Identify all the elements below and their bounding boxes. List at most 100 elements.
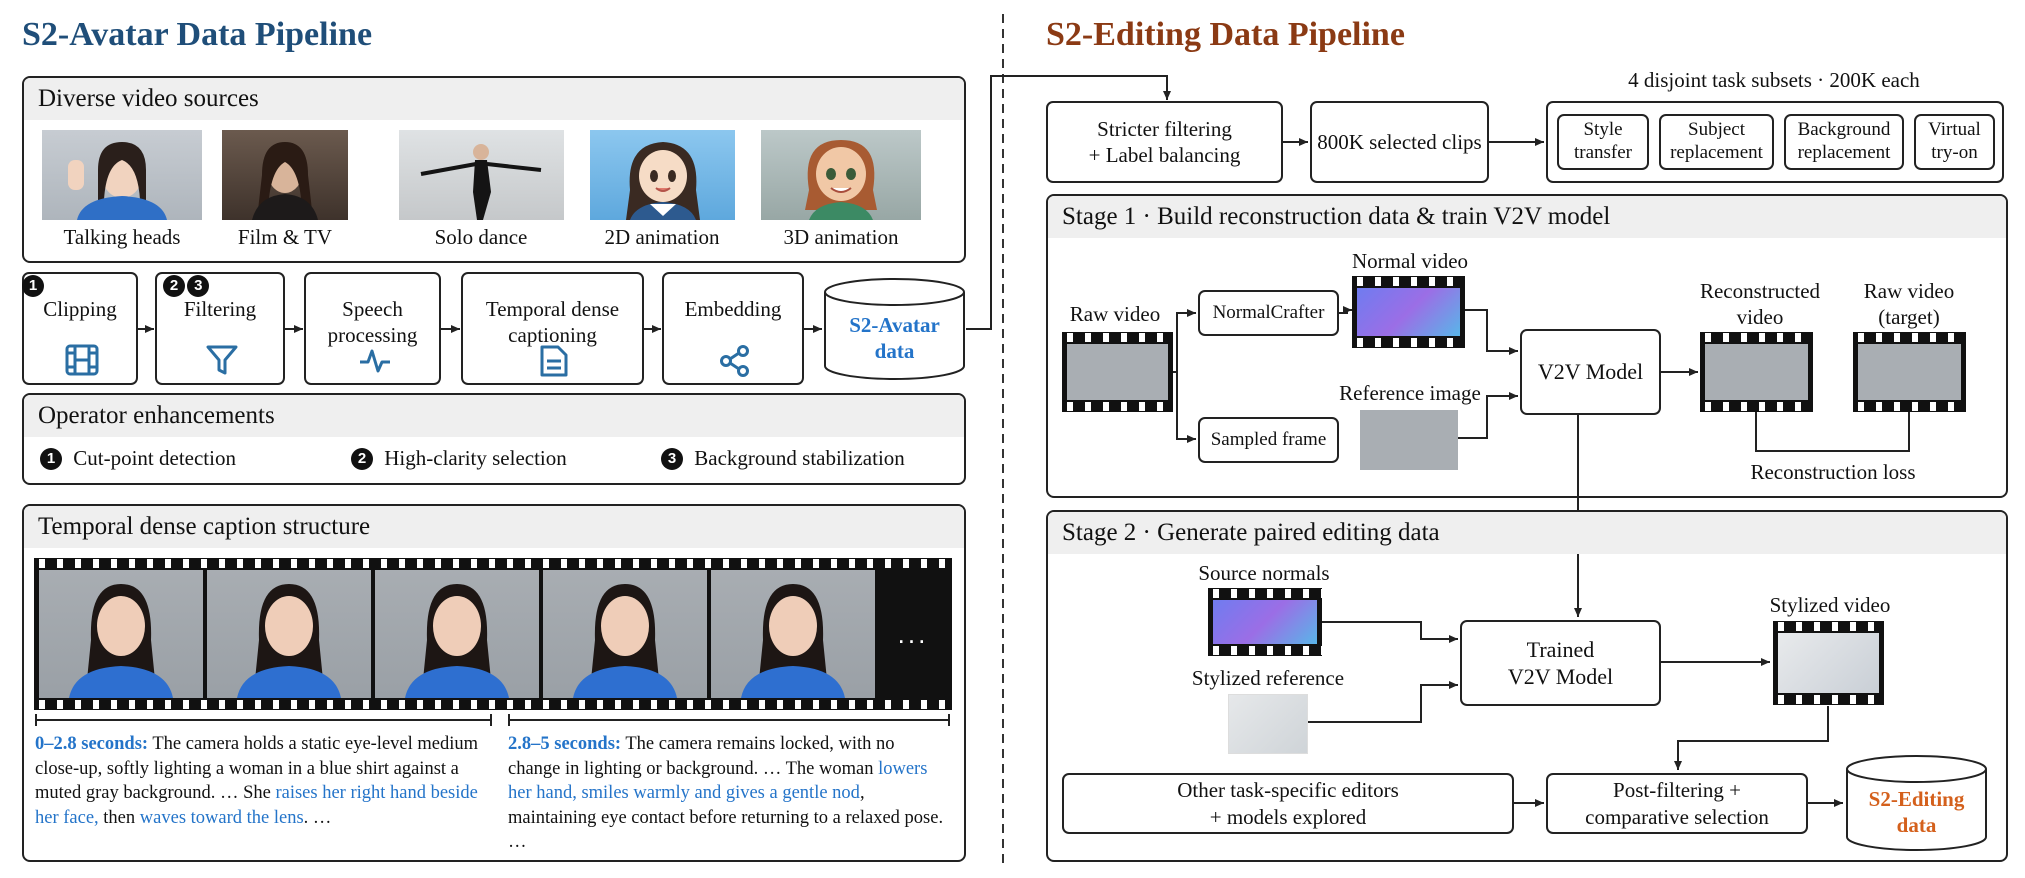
operator-enhancements-panel: Operator enhancements 1 Cut-point detect…	[22, 393, 966, 485]
filmstrip-frame	[543, 570, 707, 698]
share-icon	[720, 345, 749, 377]
filtering-label: Filtering	[183, 297, 257, 321]
step-badge-3: 3	[187, 275, 210, 297]
caption-time-1: 0–2.8 seconds:	[35, 734, 149, 754]
clipping-step: 1 Clipping	[22, 272, 138, 385]
normal-video-frame	[1357, 288, 1460, 336]
task-subsets-label: 4 disjoint task subsets · 200K each	[1628, 68, 1920, 92]
filter-icon	[206, 345, 238, 375]
temporal-dense-captioning-label: Temporal dense captioning	[485, 297, 620, 348]
operator-badge-1: 1	[40, 448, 62, 470]
step-badge-1: 1	[22, 275, 44, 297]
operator-enhancements-header: Operator enhancements	[24, 395, 964, 437]
subset-style-transfer: Style transfer	[1557, 114, 1649, 170]
stylized-reference-thumbnail	[1228, 694, 1308, 754]
speech-processing-step: Speech processing	[304, 272, 441, 385]
caption-text: then	[98, 807, 140, 828]
s2-avatar-data-store: S2-Avatar data	[823, 278, 966, 382]
clipping-label: Clipping	[43, 297, 117, 321]
stylized-video-film	[1773, 621, 1884, 705]
caption-segment-1: 0–2.8 seconds: The camera holds a static…	[35, 732, 485, 830]
caption-filmstrip: ...	[34, 558, 952, 710]
speech-processing-label: Speech processing	[327, 297, 418, 348]
v2v-model-box: V2V Model	[1520, 329, 1661, 415]
left-pipeline-title: S2-Avatar Data Pipeline	[22, 16, 373, 53]
operator-label-cut-point: Cut-point detection	[73, 446, 236, 470]
operator-item-cut-point: 1 Cut-point detection	[40, 446, 236, 471]
operator-label-background-stabilization: Background stabilization	[694, 446, 905, 470]
source-label-talking-heads: Talking heads	[63, 225, 181, 249]
stylized-video-frame	[1778, 633, 1879, 693]
selected-clips-box: 800K selected clips	[1310, 101, 1489, 183]
source-label-2d-animation: 2D animation	[604, 225, 720, 249]
reconstructed-video-frame	[1705, 344, 1808, 400]
stage1-header: Stage 1 · Build reconstruction data & tr…	[1048, 196, 2006, 238]
source-label-3d-animation: 3D animation	[783, 225, 899, 249]
source-normals-label: Source normals	[1198, 561, 1330, 585]
s2-avatar-data-label: S2-Avatar data	[849, 313, 940, 364]
caption-time-2: 2.8–5 seconds:	[508, 734, 622, 754]
operator-item-high-clarity: 2 High-clarity selection	[351, 446, 567, 471]
post-filtering-box: Post-filtering + comparative selection	[1546, 773, 1808, 834]
source-label-film-tv: Film & TV	[237, 225, 333, 249]
operator-item-background-stabilization: 3 Background stabilization	[661, 446, 905, 471]
caption-structure-panel: Temporal dense caption structure ... 0–2…	[22, 504, 966, 862]
operator-label-high-clarity: High-clarity selection	[384, 446, 567, 470]
filmstrip-frame	[375, 570, 539, 698]
subset-subject-replacement: Subject replacement	[1659, 114, 1774, 170]
filtering-step: 2 3 Filtering	[155, 272, 285, 385]
caption-highlight: waves toward the lens	[139, 807, 304, 828]
film-icon	[65, 344, 99, 376]
reconstruction-loss-label: Reconstruction loss	[1750, 460, 1916, 484]
timeline-bars	[35, 714, 950, 726]
source-normals-film	[1208, 588, 1322, 656]
reference-image-thumbnail	[1360, 410, 1458, 470]
s2-editing-data-store: S2-Editing data	[1845, 755, 1988, 853]
filmstrip-frame	[711, 570, 875, 698]
subset-background-replacement: Background replacement	[1784, 114, 1904, 170]
raw-video-film	[1062, 332, 1173, 412]
talking-heads-thumbnail	[42, 130, 202, 220]
sampled-frame-box: Sampled frame	[1198, 417, 1339, 463]
stricter-filtering-box: Stricter filtering + Label balancing	[1046, 101, 1283, 183]
film-tv-thumbnail	[222, 130, 348, 220]
raw-video-label: Raw video	[1069, 302, 1161, 326]
normal-video-label: Normal video	[1351, 249, 1469, 273]
video-sources-panel: Diverse video sources Talking heads Film…	[22, 76, 966, 263]
filmstrip-frame	[39, 570, 203, 698]
reconstructed-video-label: Reconstructed video	[1699, 279, 1821, 330]
operator-badge-3: 3	[661, 448, 683, 470]
right-pipeline-title: S2-Editing Data Pipeline	[1046, 16, 1405, 53]
reference-image-label: Reference image	[1339, 381, 1481, 405]
normal-video-film	[1352, 276, 1465, 348]
stylized-video-label: Stylized video	[1769, 593, 1891, 617]
s2-editing-data-label: S2-Editing data	[1868, 787, 1965, 838]
step-badge-2: 2	[163, 275, 185, 297]
reconstructed-video-film	[1700, 332, 1813, 412]
embedding-label: Embedding	[684, 297, 782, 321]
source-label-solo-dance: Solo dance	[434, 225, 528, 249]
animation-3d-thumbnail	[761, 130, 921, 220]
stage2-header: Stage 2 · Generate paired editing data	[1048, 512, 2006, 554]
animation-2d-thumbnail	[590, 130, 735, 220]
raw-target-label: Raw video (target)	[1863, 279, 1955, 330]
trained-v2v-model-box: Trained V2V Model	[1460, 620, 1661, 706]
source-normals-frame	[1213, 600, 1317, 644]
caption-text: . …	[303, 807, 332, 828]
filmstrip-frame	[207, 570, 371, 698]
filmstrip-ellipsis: ...	[897, 618, 929, 649]
normalcrafter-box: NormalCrafter	[1198, 290, 1339, 336]
video-sources-header: Diverse video sources	[24, 78, 964, 120]
caption-segment-2: 2.8–5 seconds: The camera remains locked…	[508, 732, 948, 855]
stylized-reference-label: Stylized reference	[1191, 666, 1345, 690]
operator-badge-2: 2	[351, 448, 373, 470]
raw-target-film	[1853, 332, 1966, 412]
other-editors-box: Other task-specific editors + models exp…	[1062, 773, 1514, 834]
subset-virtual-try-on: Virtual try-on	[1914, 114, 1995, 170]
raw-target-frame	[1858, 344, 1961, 400]
caption-structure-header: Temporal dense caption structure	[24, 506, 964, 548]
solo-dance-thumbnail	[399, 130, 564, 220]
waveform-icon	[360, 349, 390, 373]
temporal-dense-captioning-step: Temporal dense captioning	[461, 272, 644, 385]
embedding-step: Embedding	[662, 272, 804, 385]
